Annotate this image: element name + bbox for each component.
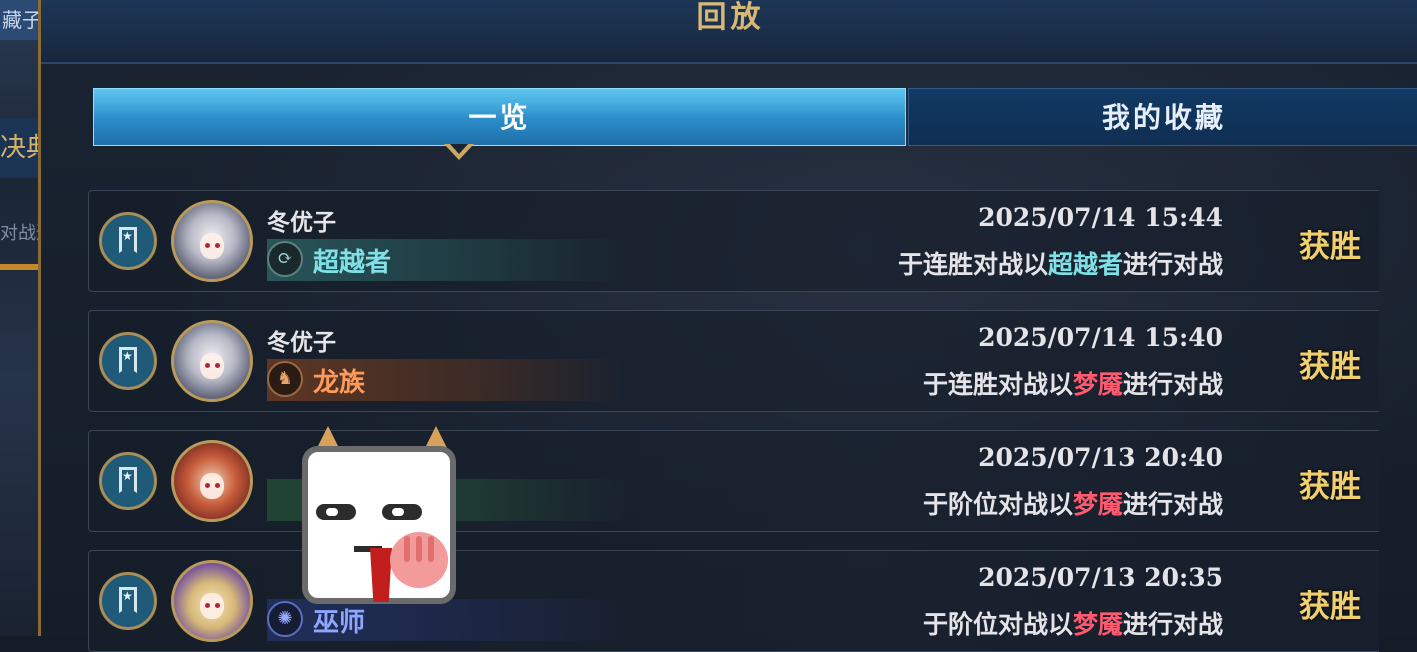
class-label: 龙族 bbox=[313, 368, 366, 398]
portal-swirl-icon: ⟳ bbox=[267, 241, 303, 277]
player-name: 冬优子 bbox=[267, 329, 336, 356]
replay-row[interactable]: ★ 冬优子 ⟳ 超越者 2025/07/14 15:44 于连胜对战以超越者进行… bbox=[88, 190, 1379, 292]
opponent-class: 梦魇 bbox=[1072, 370, 1123, 399]
replay-datetime: 2025/07/14 15:44 bbox=[978, 203, 1223, 232]
replay-row[interactable]: ★ ✺ 巫师 2025/07/13 20:35 于阶位对战以梦魇进行对战 获胜 bbox=[88, 550, 1379, 652]
cat-sticker-icon bbox=[300, 426, 460, 610]
tab-bar: 一览 我的收藏 bbox=[93, 88, 1417, 146]
battle-description: 于连胜对战以超越者进行对战 bbox=[897, 250, 1223, 279]
star-icon: ★ bbox=[122, 589, 133, 603]
favorite-button[interactable]: ★ bbox=[99, 452, 157, 510]
player-name: 冬优子 bbox=[267, 209, 336, 236]
battle-description: 于连胜对战以梦魇进行对战 bbox=[922, 370, 1223, 399]
result-label: 获胜 bbox=[1299, 229, 1361, 265]
class-label: 超越者 bbox=[313, 248, 392, 278]
avatar[interactable] bbox=[171, 200, 253, 282]
replay-datetime: 2025/07/13 20:40 bbox=[978, 443, 1223, 472]
star-icon: ★ bbox=[122, 229, 133, 243]
dragon-icon: ♞ bbox=[267, 361, 303, 397]
replay-row[interactable]: ★ 2025/07/13 20:40 于阶位对战以梦魇进行对战 获胜 bbox=[88, 430, 1379, 532]
replay-datetime: 2025/07/13 20:35 bbox=[978, 563, 1223, 592]
class-banner: ♞ 龙族 bbox=[267, 359, 627, 401]
avatar[interactable] bbox=[171, 560, 253, 642]
star-icon: ★ bbox=[122, 349, 133, 363]
left-sidebar: 藏子 决典 对战通行证 赏 bbox=[0, 0, 44, 636]
tab-overview[interactable]: 一览 bbox=[93, 88, 906, 146]
favorite-button[interactable]: ★ bbox=[99, 212, 157, 270]
favorite-button[interactable]: ★ bbox=[99, 332, 157, 390]
opponent-class: 梦魇 bbox=[1072, 610, 1123, 639]
tab-my-favorites[interactable]: 我的收藏 bbox=[908, 88, 1417, 146]
opponent-class: 超越者 bbox=[1047, 250, 1123, 279]
panel-header: 回放 bbox=[41, 0, 1417, 64]
result-label: 获胜 bbox=[1299, 589, 1361, 625]
sidebar-fragment-mid[interactable]: 决典 bbox=[0, 118, 42, 178]
active-tab-indicator-inner bbox=[450, 144, 468, 154]
result-label: 获胜 bbox=[1299, 349, 1361, 385]
page-title: 回放 bbox=[696, 0, 765, 35]
rune-circle-icon: ✺ bbox=[267, 601, 303, 637]
avatar[interactable] bbox=[171, 320, 253, 402]
result-label: 获胜 bbox=[1299, 469, 1361, 505]
replay-datetime: 2025/07/14 15:40 bbox=[978, 323, 1223, 352]
replay-row[interactable]: ★ 冬优子 ♞ 龙族 2025/07/14 15:40 于连胜对战以梦魇进行对战… bbox=[88, 310, 1379, 412]
class-banner: ⟳ 超越者 bbox=[267, 239, 627, 281]
avatar[interactable] bbox=[171, 440, 253, 522]
sidebar-fragment-low[interactable]: 对战通行证 赏 bbox=[0, 214, 42, 270]
opponent-class: 梦魇 bbox=[1072, 490, 1123, 519]
star-icon: ★ bbox=[122, 469, 133, 483]
battle-description: 于阶位对战以梦魇进行对战 bbox=[922, 490, 1223, 519]
favorite-button[interactable]: ★ bbox=[99, 572, 157, 630]
